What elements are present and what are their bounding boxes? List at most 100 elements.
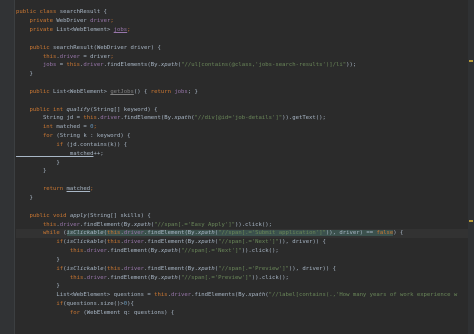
code-token: matched bbox=[16, 150, 94, 157]
code-token: driver bbox=[123, 239, 145, 246]
code-token: "//ul[contains(@class,'jobs-search-resul… bbox=[181, 62, 347, 69]
code-token: xpath bbox=[197, 239, 215, 246]
code-token: while bbox=[16, 230, 64, 237]
code-token: public int bbox=[16, 106, 67, 113]
code-line[interactable]: if(isClickable(this.driver.findElement(B… bbox=[16, 238, 474, 247]
code-line[interactable]: } bbox=[16, 167, 474, 176]
code-token: apply bbox=[69, 212, 87, 219]
code-line[interactable]: this.driver.findElement(By.xpath("//span… bbox=[16, 247, 474, 256]
code-token: } bbox=[16, 71, 33, 78]
code-line[interactable]: } bbox=[16, 282, 474, 291]
code-line[interactable]: matched++; bbox=[16, 150, 474, 159]
code-line[interactable]: this.driver.findElement(By.xpath("//span… bbox=[16, 274, 474, 283]
code-line[interactable]: } bbox=[16, 256, 474, 265]
code-token: this bbox=[106, 265, 121, 272]
code-token: public bbox=[16, 88, 54, 95]
code-token: "//span[.='Preview']" bbox=[181, 274, 252, 281]
code-line[interactable]: private List<WebElement> jobs; bbox=[16, 26, 474, 35]
code-line[interactable] bbox=[16, 203, 474, 212]
code-editor[interactable]: public class searchResult { private WebD… bbox=[0, 0, 474, 334]
code-token: } bbox=[16, 283, 60, 290]
code-line[interactable] bbox=[16, 176, 474, 185]
code-line[interactable]: this.driver = driver; bbox=[16, 53, 474, 62]
code-token: return bbox=[16, 186, 67, 193]
code-token: )), driver)) { bbox=[288, 265, 337, 272]
code-line[interactable]: String jd = this.driver.findElement(By.x… bbox=[16, 114, 474, 123]
code-line[interactable]: for (String k : keyword) { bbox=[16, 132, 474, 141]
code-token: searchResult { bbox=[59, 9, 107, 16]
code-token: this bbox=[16, 53, 57, 60]
code-token: )).click(); bbox=[241, 248, 279, 255]
code-token: driver bbox=[59, 53, 81, 60]
code-token: "//label[contains(.,'How many years of w… bbox=[268, 292, 458, 299]
code-token: .findElements(By. bbox=[191, 292, 249, 299]
warning-marker[interactable] bbox=[469, 220, 473, 222]
code-token: ; } bbox=[187, 88, 198, 95]
code-token: this bbox=[83, 115, 97, 122]
code-token: isClickable bbox=[66, 239, 104, 246]
code-token: xpath bbox=[197, 230, 215, 237]
code-token: driver bbox=[123, 230, 145, 237]
code-line[interactable] bbox=[16, 97, 474, 106]
code-token: .findElement(By. bbox=[120, 115, 175, 122]
code-token: isClickable bbox=[66, 265, 104, 272]
code-token: if bbox=[16, 301, 64, 308]
code-token: private bbox=[16, 26, 57, 33]
code-line[interactable]: return matched; bbox=[16, 185, 474, 194]
code-token: public bbox=[16, 44, 54, 51]
code-line[interactable]: public int qualify(String[] keyword) { bbox=[16, 106, 474, 115]
code-line[interactable] bbox=[16, 79, 474, 88]
code-token: ){ bbox=[127, 301, 134, 308]
code-token: this bbox=[106, 239, 121, 246]
code-token: qualify bbox=[66, 106, 91, 113]
code-line[interactable]: while (isClickable(this.driver.findEleme… bbox=[16, 229, 474, 239]
code-token: public class bbox=[16, 9, 60, 16]
code-token: for bbox=[16, 309, 84, 316]
code-token: driver bbox=[86, 248, 107, 255]
code-line[interactable]: private WebDriver driver; bbox=[16, 17, 474, 26]
code-line[interactable]: List<WebElement> questions = this.driver… bbox=[16, 291, 474, 300]
code-token: if bbox=[16, 239, 64, 246]
warning-marker[interactable] bbox=[469, 60, 473, 62]
code-token: ++; bbox=[93, 150, 104, 157]
code-line[interactable]: if(questions.size()>0){ bbox=[16, 300, 474, 309]
code-token: xpath bbox=[248, 292, 266, 299]
code-line[interactable]: for (WebElement q: questions) { bbox=[16, 309, 474, 318]
error-stripe[interactable] bbox=[468, 0, 474, 334]
code-token: = driver bbox=[80, 53, 111, 60]
code-token: int bbox=[16, 124, 57, 131]
code-token: matched = bbox=[56, 124, 91, 131]
code-token: )).click(); bbox=[234, 221, 272, 228]
code-token: List<WebElement> bbox=[53, 88, 111, 95]
code-line[interactable]: if(isClickable(this.driver.findElement(B… bbox=[16, 265, 474, 274]
code-token: this bbox=[16, 274, 84, 281]
code-line[interactable]: this.driver.findElement(By.xpath("//span… bbox=[16, 221, 474, 230]
code-token: xpath bbox=[160, 274, 178, 281]
code-token: )).click(); bbox=[251, 274, 289, 281]
code-token: "//span[.='Preview']" bbox=[218, 265, 289, 272]
code-token: xpath bbox=[133, 221, 151, 228]
code-line[interactable]: jobs = this.driver.findElements(By.xpath… bbox=[16, 61, 474, 70]
code-line[interactable]: } bbox=[16, 159, 474, 168]
code-token: for bbox=[16, 133, 57, 140]
code-line[interactable]: } bbox=[16, 194, 474, 203]
code-token: } bbox=[16, 168, 47, 175]
code-line[interactable]: public List<WebElement> getJobs() { retu… bbox=[16, 88, 474, 97]
code-token: (questions.size()> bbox=[63, 301, 124, 308]
code-token: .findElement(By. bbox=[80, 221, 134, 228]
code-token: jobs bbox=[16, 62, 57, 69]
code-line[interactable] bbox=[16, 35, 474, 44]
code-token: xpath bbox=[174, 115, 192, 122]
code-token: this bbox=[16, 221, 57, 228]
code-line[interactable]: public void apply(String[] skills) { bbox=[16, 212, 474, 221]
editor-gutter[interactable] bbox=[0, 0, 15, 334]
code-line[interactable]: public class searchResult { bbox=[16, 8, 474, 17]
code-token: ; bbox=[110, 53, 114, 60]
code-line[interactable]: int matched = 0; bbox=[16, 123, 474, 132]
code-line[interactable]: if (jd.contains(k)) { bbox=[16, 141, 474, 150]
code-line[interactable]: } bbox=[16, 70, 474, 79]
code-line[interactable]: public searchResult(WebDriver driver) { bbox=[16, 44, 474, 53]
code-area[interactable]: public class searchResult { private WebD… bbox=[16, 8, 474, 318]
code-token: if bbox=[16, 265, 64, 272]
code-token: WebDriver bbox=[56, 18, 91, 25]
